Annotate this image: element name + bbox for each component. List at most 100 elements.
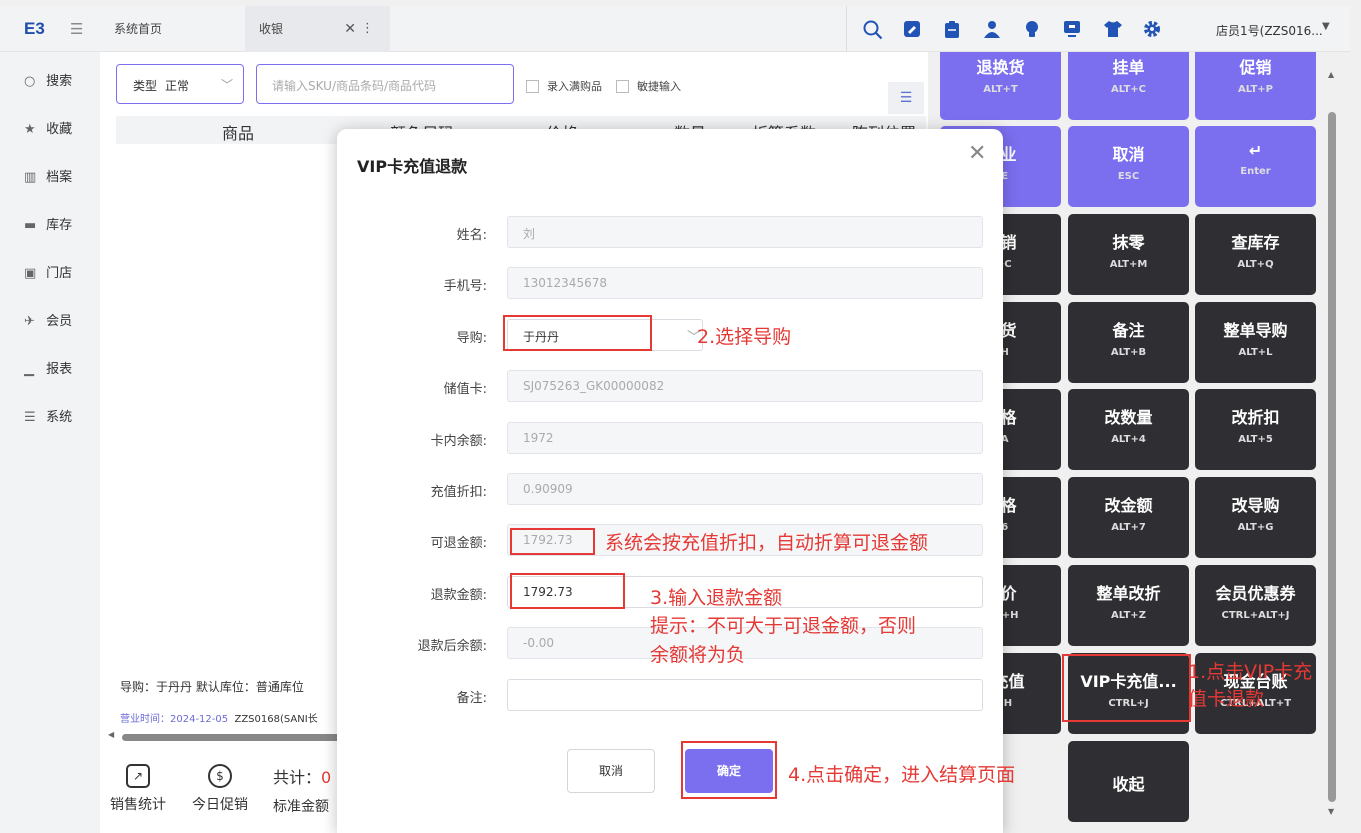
server-icon: ☰	[24, 410, 36, 425]
user-name[interactable]: 店员1号(ZZS016...	[1216, 22, 1323, 39]
sku-search-input[interactable]: 请输入SKU/商品条码/商品代码	[256, 64, 514, 104]
sidebar-item-archive[interactable]: ▥ 档案	[24, 166, 72, 186]
scrollbar-thumb[interactable]	[122, 734, 346, 741]
shortcut-key-hotkey: ALT+4	[1111, 434, 1146, 445]
close-icon[interactable]: ✕	[968, 141, 986, 166]
checkbox-box[interactable]	[526, 80, 539, 93]
shortcut-key[interactable]: 促销 ALT+P	[1195, 52, 1316, 120]
annotation-step3: 3.输入退款金额	[650, 587, 783, 609]
gear-icon[interactable]	[1143, 20, 1161, 38]
shortcut-key[interactable]: 取消 ESC	[1068, 126, 1189, 207]
shirt-icon[interactable]	[1103, 20, 1122, 38]
shortcut-key[interactable]: 查库存 ALT+Q	[1195, 214, 1316, 295]
menu-toggle-icon[interactable]: ☰	[70, 20, 83, 38]
edit-icon[interactable]	[903, 20, 921, 38]
shortcut-key-hotkey: CTRL+ALT+J	[1221, 610, 1290, 621]
sidebar-item-member[interactable]: ✈ 会员	[24, 310, 72, 330]
name-field: 刘	[507, 216, 983, 248]
sidebar: ○ 搜索 ★ 收藏 ▥ 档案 ▬ 库存 ▣ 门店 ✈ 会员 ▁ 报表 ☰ 系统	[0, 52, 100, 833]
shortcut-key[interactable]: 改数量 ALT+4	[1068, 389, 1189, 470]
vertical-scrollbar[interactable]: ▲ ▼	[1326, 52, 1338, 833]
card-balance-field: 1972	[507, 422, 983, 454]
shortcut-key-hotkey: Enter	[1240, 166, 1271, 177]
search-icon[interactable]	[863, 20, 883, 40]
scroll-up-icon[interactable]: ▲	[1328, 70, 1334, 79]
sidebar-item-label: 搜索	[46, 74, 73, 89]
field-label: 充值折扣:	[430, 485, 487, 500]
shortcut-key-label: ↵	[1248, 141, 1263, 160]
checkbox-label: 敏捷输入	[637, 80, 681, 93]
shortcut-key-hotkey: ALT+T	[983, 84, 1018, 95]
bar-chart-icon: ▁	[24, 362, 34, 377]
annotation-box-vip	[1062, 654, 1191, 722]
tab-more-icon[interactable]: ⋮	[361, 6, 374, 52]
shortcut-key-hotkey: ALT+B	[1110, 347, 1147, 358]
sidebar-item-label: 收藏	[46, 122, 73, 137]
shortcut-key-hotkey: ALT+C	[1111, 84, 1146, 95]
lightbulb-icon[interactable]	[1023, 20, 1041, 38]
type-value: 正常	[165, 79, 190, 93]
field-guide: 导购: 于丹丹 ﹀	[337, 319, 1003, 351]
field-name: 姓名: 刘	[337, 216, 1003, 248]
sales-stats-button[interactable]: ↗ 销售统计	[110, 764, 166, 814]
shortcut-key[interactable]: 改导购 ALT+G	[1195, 477, 1316, 558]
quick-input-checkbox[interactable]: 敏捷输入	[616, 78, 681, 94]
archive-icon: ▥	[24, 170, 37, 185]
shortcut-key-label: 整单改折	[1096, 584, 1161, 603]
standard-amount-label: 标准金额	[273, 799, 329, 815]
scroll-down-icon[interactable]: ▼	[1328, 807, 1334, 816]
today-promo-label: 今日促销	[192, 797, 248, 813]
field-label: 姓名:	[456, 228, 487, 243]
shortcut-key[interactable]: 备注 ALT+B	[1068, 302, 1189, 383]
inventory-icon: ▬	[24, 218, 37, 233]
tab-close-icon[interactable]: ✕	[344, 6, 356, 52]
field-label: 退款后余额:	[417, 639, 487, 654]
tab-home[interactable]: 系统首页	[100, 6, 245, 52]
scrollbar-thumb[interactable]	[1328, 112, 1336, 802]
shortcut-key[interactable]: 整单改折 ALT+Z	[1068, 565, 1189, 646]
field-remark: 备注:	[337, 679, 1003, 711]
tab-cash[interactable]: 收银 ✕ ⋮	[245, 6, 390, 52]
shortcut-key[interactable]: ↵ Enter	[1195, 126, 1316, 207]
column-header: 商品	[222, 124, 255, 143]
shortcut-key[interactable]: 退换货 ALT+T	[940, 52, 1061, 120]
shortcut-key-hotkey: ALT+7	[1111, 522, 1146, 533]
annotation-auto-calc: 系统会按充值折扣，自动折算可退金额	[605, 532, 929, 554]
shortcut-key-hotkey: ALT+Z	[1111, 610, 1146, 621]
shortcut-key[interactable]: 抹零 ALT+M	[1068, 214, 1189, 295]
monitor-icon[interactable]	[1063, 20, 1081, 38]
sidebar-item-system[interactable]: ☰ 系统	[24, 406, 72, 426]
shortcut-key[interactable]: 收起	[1068, 741, 1189, 822]
total-value: 0	[321, 768, 332, 787]
remark-input[interactable]	[507, 679, 983, 711]
sidebar-item-search[interactable]: ○ 搜索	[24, 70, 72, 90]
sidebar-item-inventory[interactable]: ▬ 库存	[24, 214, 72, 234]
sidebar-item-report[interactable]: ▁ 报表	[24, 358, 72, 378]
business-time: 营业时间：2024-12-05 ZZS0168(SANI长	[120, 710, 318, 725]
shortcut-key[interactable]: 改金额 ALT+7	[1068, 477, 1189, 558]
user-dropdown-icon[interactable]: ▼	[1322, 21, 1330, 32]
shortcut-key[interactable]: 挂单 ALT+C	[1068, 52, 1189, 120]
shortcut-key-label: 改折扣	[1231, 408, 1280, 427]
today-promo-button[interactable]: $ 今日促销	[192, 764, 248, 814]
shortcut-key[interactable]: 改折扣 ALT+5	[1195, 389, 1316, 470]
tab-cash-label: 收银	[259, 22, 284, 36]
sidebar-item-favorites[interactable]: ★ 收藏	[24, 118, 72, 138]
vip-refund-dialog: VIP卡充值退款 ✕ 姓名: 刘 手机号: 13012345678 导购: 于丹丹 ﹀ …	[337, 129, 1003, 833]
horizontal-scrollbar[interactable]: ◀	[108, 730, 348, 742]
cancel-button[interactable]: 取消	[567, 749, 655, 793]
shortcut-key-label: 挂单	[1112, 58, 1145, 77]
shortcut-key[interactable]: 会员优惠券 CTRL+ALT+J	[1195, 565, 1316, 646]
full-purchase-checkbox[interactable]: 录入满购品	[526, 78, 602, 94]
clipboard-icon[interactable]	[943, 20, 961, 38]
user-icon[interactable]	[983, 20, 1001, 38]
type-select[interactable]: 类型 正常 ﹀	[116, 64, 244, 104]
sidebar-item-label: 档案	[46, 170, 73, 185]
dialog-title: VIP卡充值退款	[357, 157, 468, 176]
checkbox-box[interactable]	[616, 80, 629, 93]
field-card: 储值卡: SJ075263_GK00000082	[337, 370, 1003, 402]
sidebar-item-store[interactable]: ▣ 门店	[24, 262, 72, 282]
shortcut-key[interactable]: 整单导购 ALT+L	[1195, 302, 1316, 383]
list-toggle-icon[interactable]: ☰	[888, 82, 924, 114]
scroll-left-icon[interactable]: ◀	[108, 730, 114, 739]
